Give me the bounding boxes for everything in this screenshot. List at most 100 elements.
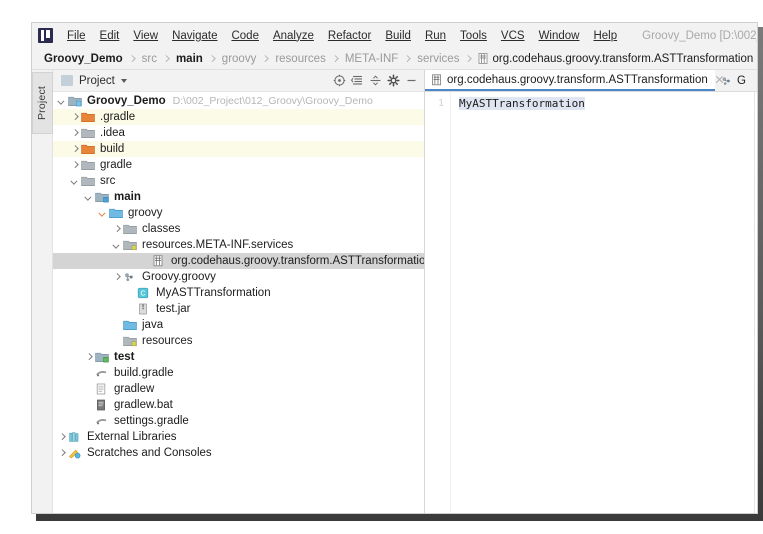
tree-row-gradle[interactable]: gradle — [53, 157, 424, 173]
tree-row-classes[interactable]: classes — [53, 221, 424, 237]
file-icon — [432, 73, 441, 85]
menu-item-refactor[interactable]: Refactor — [321, 27, 378, 45]
tool-button-project[interactable]: Project — [32, 72, 53, 134]
chevron-right-icon — [208, 54, 217, 63]
breadcrumb-item-resources[interactable]: resources — [271, 52, 330, 66]
close-icon[interactable] — [715, 75, 724, 84]
tree-label: gradlew — [114, 383, 155, 395]
editor-tab-bar: org.codehaus.groovy.transform.ASTTransfo… — [425, 70, 757, 92]
editor-tab-label: G — [737, 74, 746, 87]
expand-collapse-icon[interactable] — [367, 72, 384, 89]
svg-text:C: C — [140, 291, 145, 298]
tree-label: .gradle — [100, 111, 136, 123]
menu-item-help[interactable]: Help — [586, 27, 624, 45]
tree-row-my-ast-transformation[interactable]: C MyASTTransformation — [53, 285, 424, 301]
bat-file-icon — [95, 399, 110, 412]
tree-row-test[interactable]: test — [53, 349, 424, 365]
menu-label-edit: Edit — [99, 29, 120, 42]
folder-icon — [81, 159, 96, 172]
editor-content[interactable]: MyASTTransformation — [451, 92, 757, 513]
menu-item-edit[interactable]: Edit — [93, 27, 127, 45]
menu-item-file[interactable]: File — [60, 27, 93, 45]
chevron-right-icon[interactable] — [112, 272, 123, 283]
breadcrumb-item-services[interactable]: services — [413, 52, 463, 66]
editor-gutter: 1 — [425, 92, 451, 513]
menu-item-view[interactable]: View — [126, 27, 165, 45]
tree-label: settings.gradle — [114, 415, 189, 427]
gear-icon[interactable] — [385, 72, 402, 89]
minimize-icon[interactable] — [403, 72, 420, 89]
tree-row-gradlew[interactable]: gradlew — [53, 381, 424, 397]
intellij-window: File Edit View Navigate Code Analyze Ref… — [31, 22, 758, 514]
menu-item-analyze[interactable]: Analyze — [266, 27, 321, 45]
tree-row-dot-idea[interactable]: .idea — [53, 125, 424, 141]
tree-row-dot-gradle[interactable]: .gradle — [53, 109, 424, 125]
menu-label-tools: Tools — [460, 29, 487, 42]
sources-blue-icon — [109, 207, 124, 220]
breadcrumb-label: services — [417, 52, 460, 65]
menu-item-build[interactable]: Build — [378, 27, 418, 45]
tree-row-settings-gradle[interactable]: settings.gradle — [53, 413, 424, 429]
breadcrumb-item-src[interactable]: src — [138, 52, 161, 66]
tree-row-main[interactable]: main — [53, 189, 424, 205]
chevron-down-icon[interactable] — [120, 78, 127, 83]
tree-label: External Libraries — [87, 431, 177, 443]
tree-row-java[interactable]: java — [53, 317, 424, 333]
breadcrumb-item-groovy[interactable]: groovy — [218, 52, 261, 66]
editor-canvas[interactable]: 1 MyASTTransformation — [425, 92, 757, 513]
chevron-right-icon[interactable] — [112, 224, 123, 235]
tree-row-build[interactable]: build — [53, 141, 424, 157]
menu-item-tools[interactable]: Tools — [453, 27, 494, 45]
breadcrumb-item-groovy-demo[interactable]: Groovy_Demo — [40, 52, 127, 66]
gradle-file-icon — [95, 367, 110, 380]
tree-row-groovy-groovy-file[interactable]: Groovy.groovy — [53, 269, 424, 285]
chevron-down-icon[interactable] — [112, 240, 123, 251]
tree-row-resources-meta-inf-services[interactable]: resources.META-INF.services — [53, 237, 424, 253]
tree-row-ast-transformation-file[interactable]: org.codehaus.groovy.transform.ASTTransfo… — [53, 253, 424, 269]
editor-tab-ast-transformation[interactable]: org.codehaus.groovy.transform.ASTTransfo… — [425, 70, 715, 91]
chevron-right-icon — [403, 54, 412, 63]
chevron-right-icon[interactable] — [70, 112, 81, 123]
chevron-right-icon[interactable] — [70, 160, 81, 171]
breadcrumb-label: src — [141, 52, 157, 65]
chevron-right-icon[interactable] — [70, 144, 81, 155]
menu-label-file: File — [67, 29, 86, 42]
breadcrumb-item-file[interactable]: org.codehaus.groovy.transform.ASTTransfo… — [474, 52, 757, 66]
tree-label: .idea — [100, 127, 125, 139]
tree-label: groovy — [128, 207, 163, 219]
tree-row-scratches-and-consoles[interactable]: Scratches and Consoles — [53, 445, 424, 461]
menu-item-code[interactable]: Code — [224, 27, 266, 45]
menu-item-run[interactable]: Run — [418, 27, 453, 45]
chevron-right-icon[interactable] — [57, 448, 68, 459]
breadcrumb-item-main[interactable]: main — [172, 52, 207, 66]
menu-label-code: Code — [231, 29, 259, 42]
chevron-right-icon[interactable] — [57, 432, 68, 443]
chevron-right-icon[interactable] — [84, 352, 95, 363]
breadcrumb-label: Groovy_Demo — [44, 52, 123, 65]
chevron-down-icon[interactable] — [70, 176, 81, 187]
collapse-all-icon[interactable] — [349, 72, 366, 89]
chevron-down-icon[interactable] — [98, 208, 109, 219]
menu-item-navigate[interactable]: Navigate — [165, 27, 224, 45]
project-tree[interactable]: Groovy_Demo D:\002_Project\012_Groovy\Gr… — [53, 92, 424, 513]
tree-row-src[interactable]: src — [53, 173, 424, 189]
tree-row-build-gradle[interactable]: build.gradle — [53, 365, 424, 381]
select-opened-file-icon[interactable] — [331, 72, 348, 89]
tree-label: Scratches and Consoles — [87, 447, 212, 459]
chevron-right-icon[interactable] — [70, 128, 81, 139]
file-icon — [152, 255, 167, 268]
tree-row-test-jar[interactable]: test.jar — [53, 301, 424, 317]
tree-row-groovy[interactable]: groovy — [53, 205, 424, 221]
tree-row-gradlew-bat[interactable]: gradlew.bat — [53, 397, 424, 413]
tree-row-external-libraries[interactable]: External Libraries — [53, 429, 424, 445]
chevron-down-icon[interactable] — [84, 192, 95, 203]
chevron-down-icon[interactable] — [57, 96, 68, 107]
menu-item-vcs[interactable]: VCS — [494, 27, 532, 45]
tree-row-resources[interactable]: resources — [53, 333, 424, 349]
menu-item-window[interactable]: Window — [532, 27, 587, 45]
tool-button-project-label: Project — [36, 85, 49, 121]
breadcrumb-item-meta-inf[interactable]: META-INF — [341, 52, 402, 66]
tree-row-groovy-demo[interactable]: Groovy_Demo D:\002_Project\012_Groovy\Gr… — [53, 93, 424, 109]
